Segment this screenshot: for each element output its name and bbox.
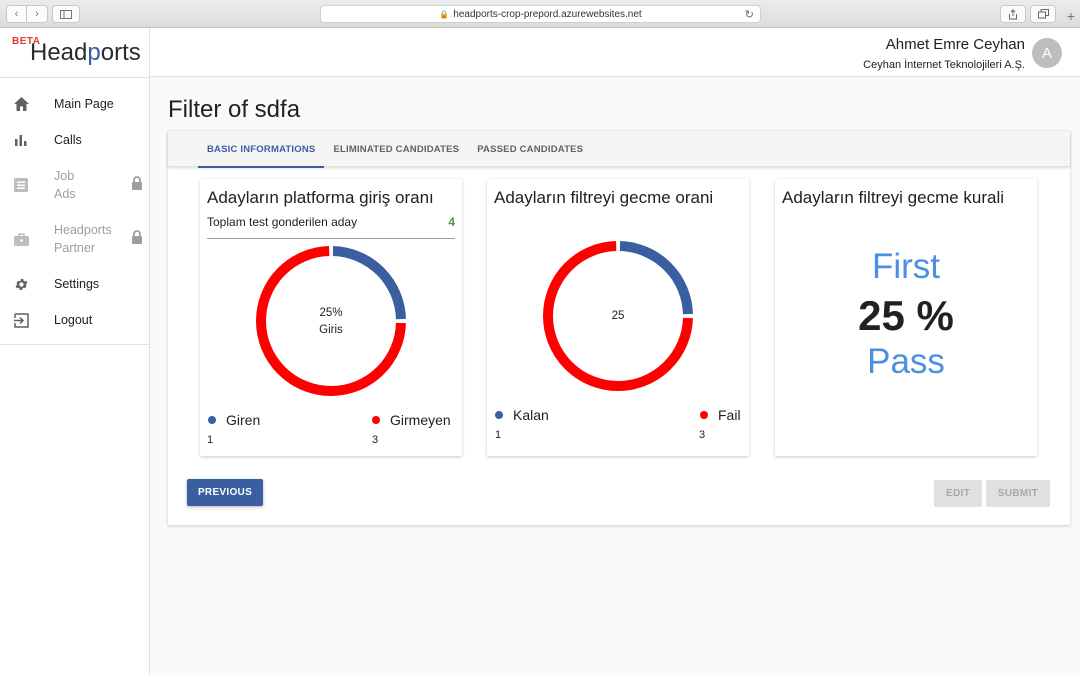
entry-rate-card: Adayların platforma giriş oranı Toplam t… — [200, 179, 462, 456]
tab-passed-candidates[interactable]: PASSED CANDIDATES — [468, 131, 592, 167]
sidebar-item-label: Logout — [54, 313, 93, 327]
reload-icon[interactable]: ↻ — [745, 8, 754, 21]
sidebar-icon — [60, 9, 72, 19]
briefcase-icon — [13, 231, 29, 247]
legend-dot — [208, 416, 216, 424]
page-title: Filter of sdfa — [168, 96, 301, 123]
lock-icon — [131, 229, 143, 249]
sidebar-item-headports-partner[interactable]: Headports Partner — [0, 212, 149, 266]
home-icon — [13, 96, 29, 112]
legend-value: 3 — [372, 434, 379, 446]
url-text: headports-crop-prepord.azurewebsites.net — [453, 8, 642, 20]
submit-button[interactable]: SUBMIT — [986, 480, 1050, 507]
gear-icon — [13, 276, 29, 292]
sidebar-toggle-button[interactable] — [52, 5, 80, 23]
chevron-right-icon: › — [35, 8, 39, 20]
lock-icon: 🔒 — [439, 9, 450, 19]
donut-center-value: 25 — [611, 310, 625, 322]
tab-bar: BASIC INFORMATIONS ELIMINATED CANDIDATES… — [168, 131, 1070, 168]
rule-percent: 25 % — [858, 292, 954, 339]
total-sent-label: Toplam test gonderilen aday — [207, 215, 358, 229]
sidebar-item-label: Calls — [54, 133, 82, 147]
legend-item-giren: Giren — [208, 412, 260, 428]
tab-eliminated-candidates[interactable]: ELIMINATED CANDIDATES — [324, 131, 468, 167]
lock-icon — [131, 175, 143, 195]
bar-chart-icon — [13, 132, 29, 148]
rule-first-label: First — [871, 247, 941, 286]
legend-label: Giren — [226, 412, 261, 428]
sidebar-item-label: Headports Partner — [54, 223, 112, 255]
card-title: Adayların platforma giriş oranı — [207, 188, 434, 207]
plus-icon: + — [1066, 8, 1076, 24]
donut-center-caption: Giris — [319, 324, 343, 336]
tabs-icon — [1037, 9, 1049, 19]
sidebar-item-main-page[interactable]: Main Page — [0, 86, 149, 122]
filter-pass-rate-card: Adayların filtreyi gecme orani 25 Kalan … — [487, 179, 749, 456]
filter-rule-card: Adayların filtreyi gecme kurali First 25… — [775, 179, 1037, 456]
list-icon — [13, 177, 29, 193]
card-title: Adayların filtreyi gecme orani — [494, 188, 714, 207]
tabs-overview-button[interactable] — [1030, 5, 1056, 23]
total-sent-value: 4 — [448, 215, 455, 229]
sidebar-item-job-ads[interactable]: Job Ads — [0, 158, 149, 212]
legend-item-fail: Fail — [700, 407, 741, 423]
sidebar-item-calls[interactable]: Calls — [0, 122, 149, 158]
rule-pass-label: Pass — [867, 342, 945, 381]
legend-label: Fail — [718, 407, 741, 423]
chevron-left-icon: ‹ — [14, 8, 19, 20]
sidebar-item-settings[interactable]: Settings — [0, 266, 149, 302]
legend-label: Kalan — [513, 407, 549, 423]
forward-button[interactable]: › — [27, 5, 48, 23]
filter-panel: BASIC INFORMATIONS ELIMINATED CANDIDATES… — [168, 131, 1070, 525]
user-company: Ceyhan İnternet Teknolojileri A.Ş. — [863, 59, 1025, 71]
sidebar-item-label: Job Ads — [54, 169, 76, 201]
user-name: Ahmet Emre Ceyhan — [885, 36, 1025, 53]
logo[interactable]: BETA Headports — [0, 28, 149, 78]
legend-item-girmeyen: Girmeyen — [372, 412, 451, 428]
back-button[interactable]: ‹ — [6, 5, 27, 23]
sidebar-menu: Main Page Calls Job Ads Headports Partne… — [0, 78, 149, 345]
browser-toolbar: ‹ › 🔒 headports-crop-prepord.azurewebsit… — [0, 0, 1080, 28]
logout-icon — [13, 312, 29, 328]
share-button[interactable] — [1000, 5, 1026, 23]
donut-center-percent: 25% — [319, 307, 343, 319]
tab-basic-informations[interactable]: BASIC INFORMATIONS — [198, 131, 325, 168]
sidebar-item-label: Main Page — [54, 97, 114, 111]
card-title: Adayların filtreyi gecme kurali — [782, 188, 1005, 207]
new-tab-button[interactable]: + — [1062, 8, 1080, 28]
legend-value: 1 — [207, 434, 214, 446]
edit-button[interactable]: EDIT — [934, 480, 982, 507]
legend-value: 3 — [699, 429, 706, 441]
legend-item-kalan: Kalan — [495, 407, 549, 423]
share-icon — [1009, 8, 1017, 19]
sidebar: BETA Headports Main Page Calls Job Ads H… — [0, 28, 150, 675]
legend-label: Girmeyen — [390, 412, 451, 428]
sidebar-item-logout[interactable]: Logout — [0, 302, 149, 338]
app-header: Ahmet Emre Ceyhan Ceyhan İnternet Teknol… — [150, 28, 1080, 77]
legend-dot — [372, 416, 380, 424]
avatar[interactable]: A — [1032, 38, 1062, 68]
legend-dot — [700, 411, 708, 419]
address-bar[interactable]: 🔒 headports-crop-prepord.azurewebsites.n… — [320, 5, 761, 23]
brand-name: Headports — [30, 39, 141, 66]
sidebar-item-label: Settings — [54, 277, 100, 291]
total-sent-row: Toplam test gonderilen aday 4 — [207, 215, 455, 239]
history-nav: ‹ › — [6, 5, 48, 23]
legend-dot — [495, 411, 503, 419]
legend-value: 1 — [495, 429, 502, 441]
previous-button[interactable]: PREVIOUS — [187, 479, 263, 506]
donut-center-label: 25% Giris — [281, 305, 381, 339]
